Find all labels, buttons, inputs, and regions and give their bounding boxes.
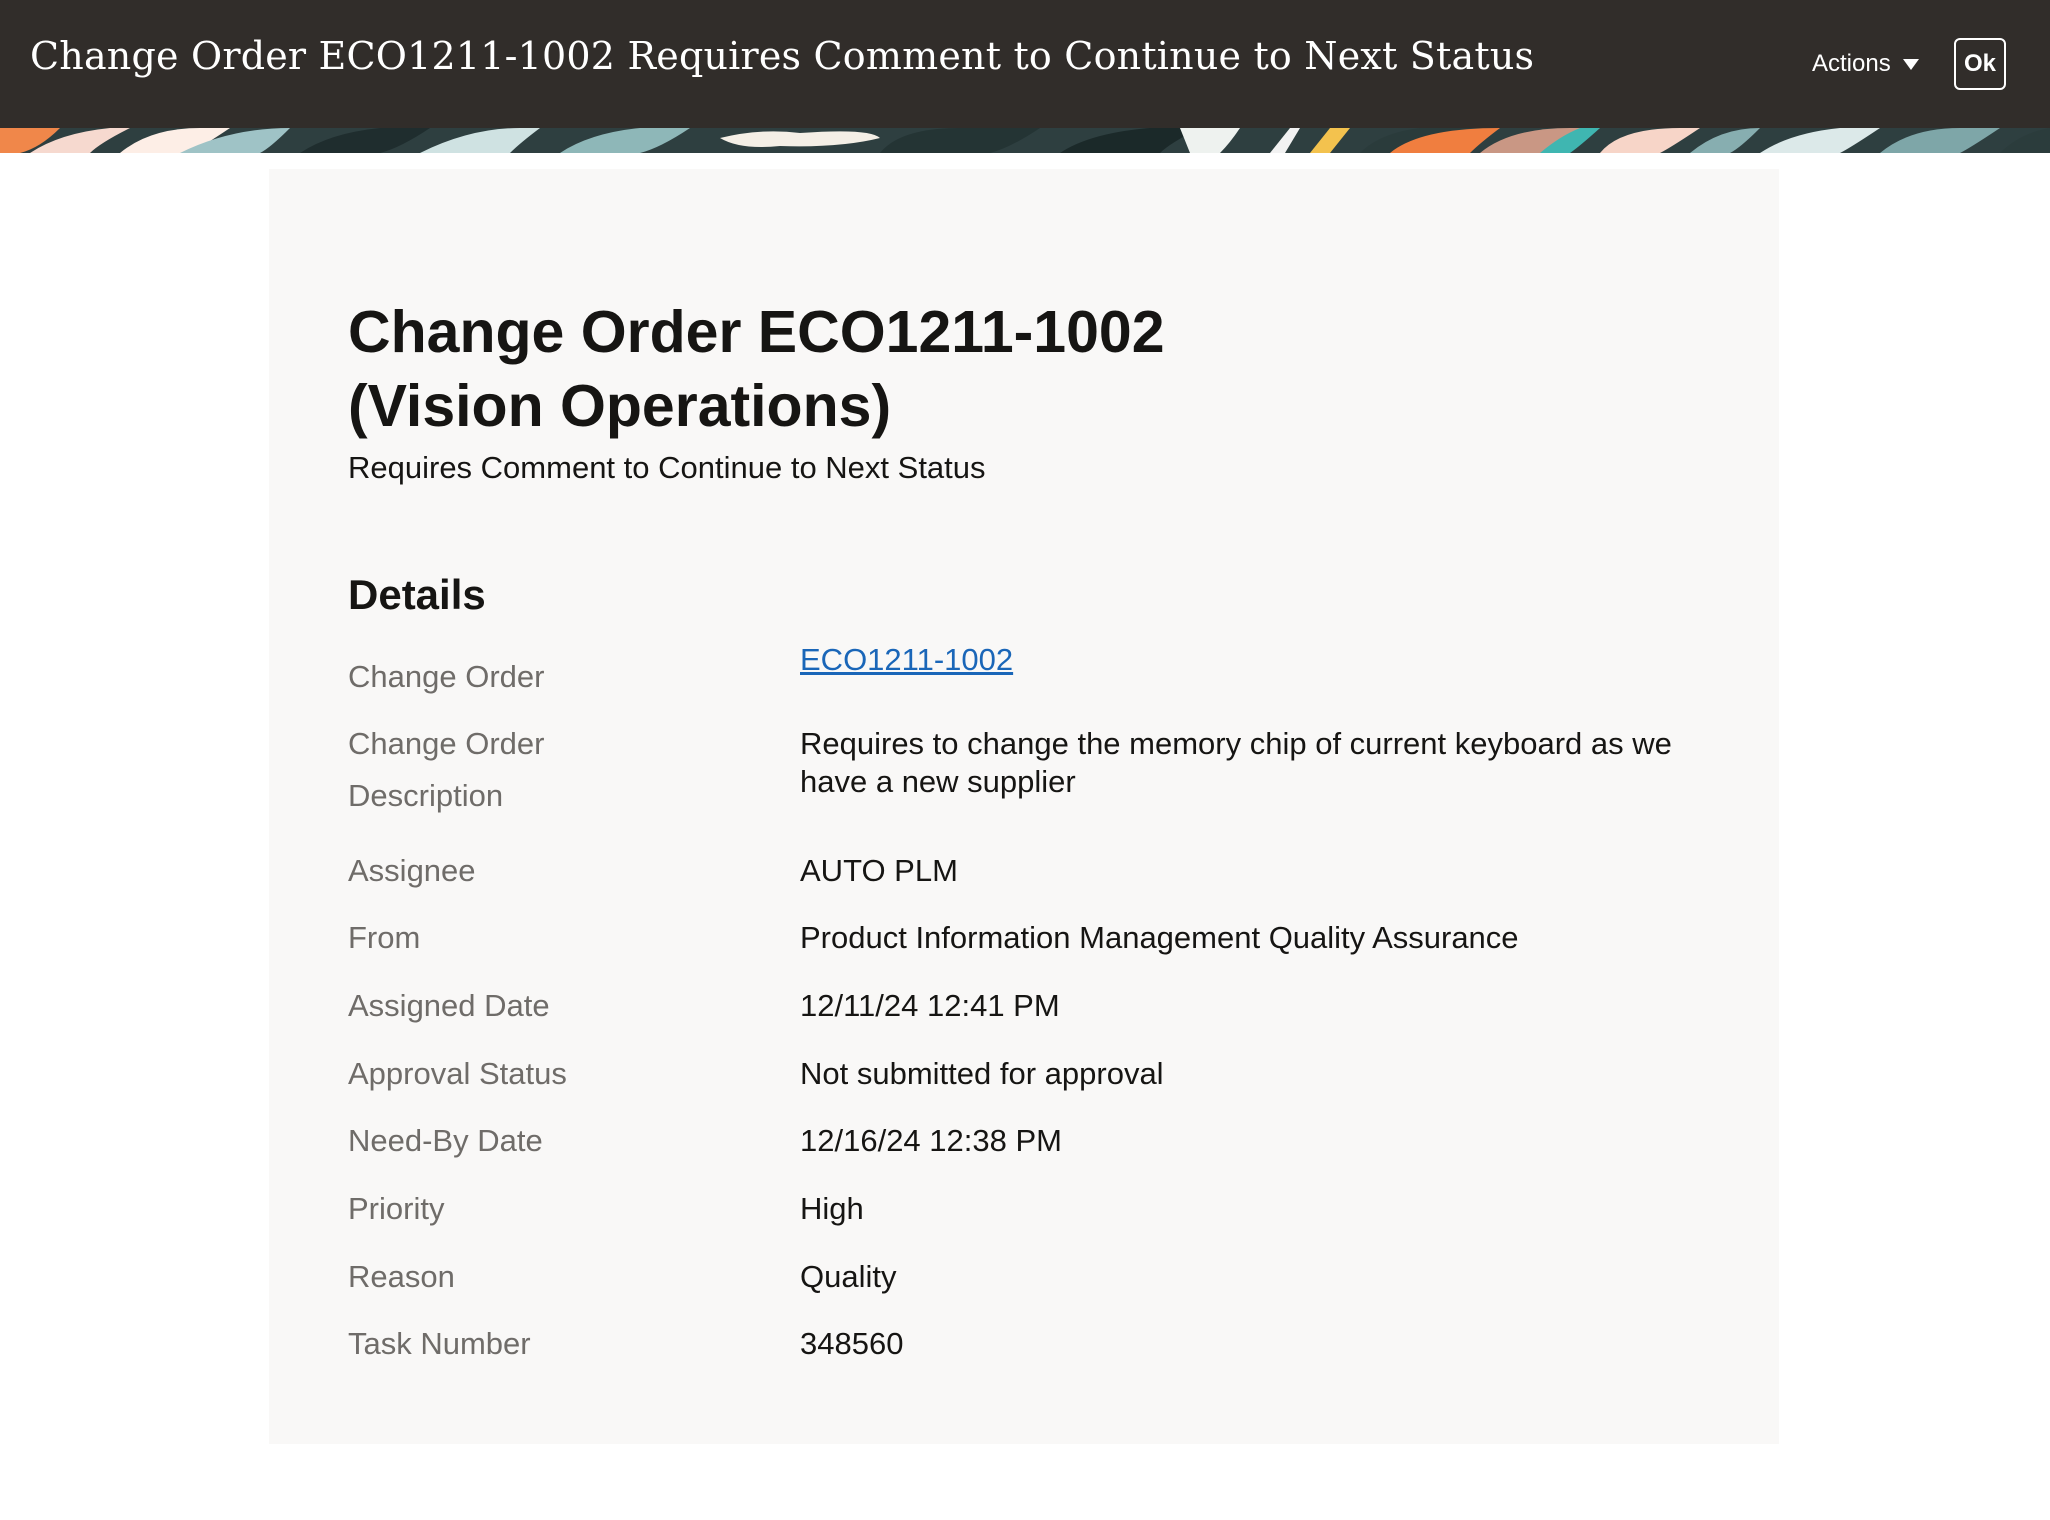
- reason-label: Reason: [348, 1259, 455, 1294]
- priority-label: Priority: [348, 1191, 445, 1226]
- page-title-line1: Change Order ECO1211-1002: [348, 299, 1165, 365]
- window-title: Change Order ECO1211-1002 Requires Comme…: [30, 34, 1535, 78]
- description-value: Requires to change the memory chip of cu…: [800, 726, 1672, 799]
- need-by-date-value: 12/16/24 12:38 PM: [800, 1123, 1062, 1158]
- header-bar: Change Order ECO1211-1002 Requires Comme…: [0, 0, 2050, 128]
- approval-status-value: Not submitted for approval: [800, 1056, 1164, 1091]
- from-label: From: [348, 920, 421, 955]
- priority-value: High: [800, 1191, 864, 1226]
- actions-menu-button[interactable]: Actions: [1812, 50, 1919, 78]
- approval-status-label: Approval Status: [348, 1056, 567, 1091]
- change-order-label: Change Order: [348, 659, 545, 694]
- from-value: Product Information Management Quality A…: [800, 920, 1519, 955]
- assigned-date-label: Assigned Date: [348, 988, 550, 1023]
- change-order-value: ECO1211-1002: [800, 641, 1680, 679]
- banner-pattern-icon: [0, 128, 2050, 153]
- change-order-link[interactable]: ECO1211-1002: [800, 642, 1013, 677]
- description-label-line1: Change Order: [348, 726, 545, 761]
- task-number-value: 348560: [800, 1326, 904, 1361]
- caret-down-icon: [1902, 58, 1919, 70]
- page-title-line2: (Vision Operations): [348, 373, 892, 439]
- page-title: Change Order ECO1211-1002 (Vision Operat…: [348, 295, 1348, 443]
- reason-value: Quality: [800, 1259, 897, 1294]
- notification-card: Change Order ECO1211-1002 (Vision Operat…: [269, 169, 1779, 1444]
- ok-button[interactable]: Ok: [1954, 38, 2006, 90]
- description-label-line2: Description: [348, 778, 504, 813]
- need-by-date-label: Need-By Date: [348, 1123, 543, 1158]
- assignee-label: Assignee: [348, 853, 476, 888]
- assigned-date-value: 12/11/24 12:41 PM: [800, 988, 1060, 1023]
- assignee-value: AUTO PLM: [800, 853, 958, 888]
- decorative-banner: [0, 128, 2050, 153]
- task-number-label: Task Number: [348, 1326, 531, 1361]
- page-subtitle: Requires Comment to Continue to Next Sta…: [348, 450, 986, 485]
- actions-label: Actions: [1812, 50, 1891, 77]
- details-heading: Details: [348, 571, 486, 618]
- description-label: Change Order Description: [348, 718, 728, 822]
